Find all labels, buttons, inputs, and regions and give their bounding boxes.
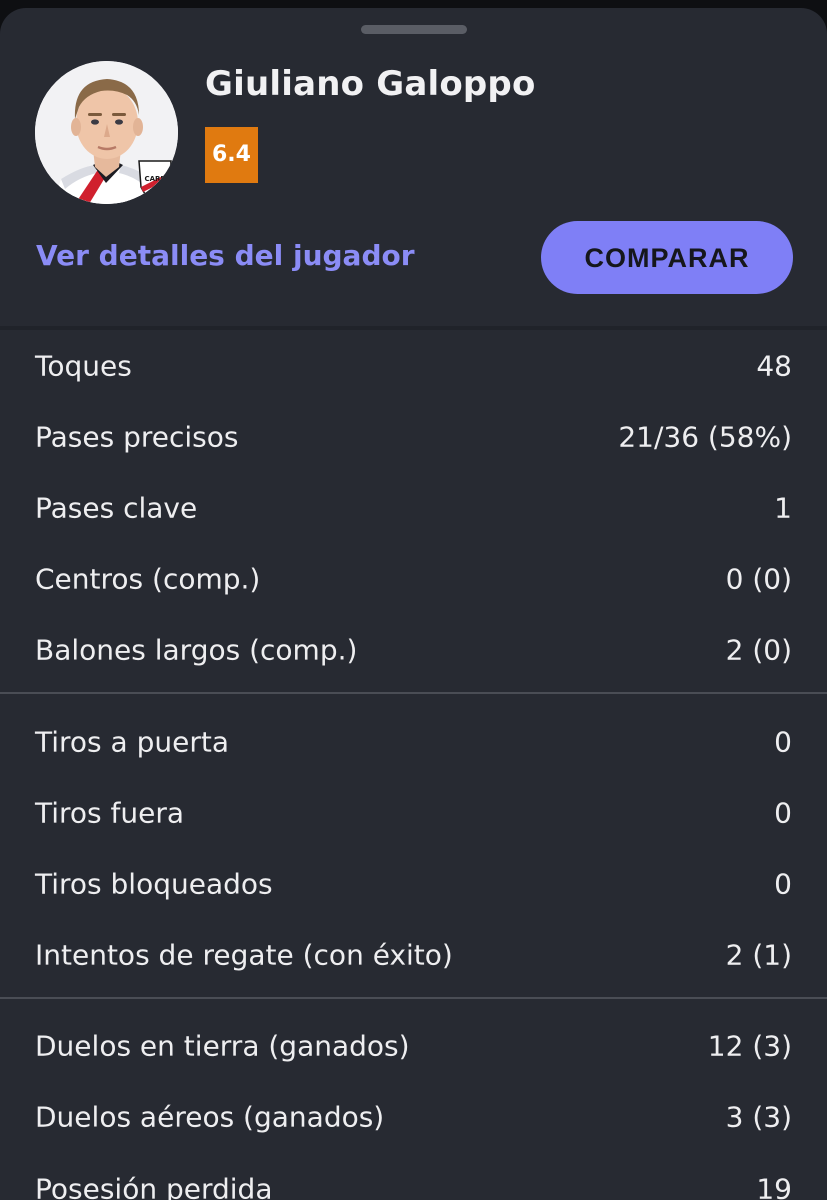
stat-row: Posesión perdida 19: [0, 1153, 827, 1200]
stat-value: 0: [774, 725, 792, 759]
stat-row: Tiros fuera 0: [0, 777, 827, 848]
stats-list: Toques 48 Pases precisos 21/36 (58%) Pases c…: [0, 330, 827, 1200]
stat-value: 2 (1): [725, 938, 792, 972]
club-badge-icon: CARP: [138, 160, 172, 204]
compare-button[interactable]: COMPARAR: [541, 221, 793, 294]
stat-value: 1: [774, 491, 792, 525]
player-avatar: CARP: [35, 61, 178, 204]
stat-value: 0: [774, 867, 792, 901]
player-photo: CARP: [35, 61, 178, 204]
stats-group-divider: [0, 996, 827, 999]
stat-label: Centros (comp.): [35, 562, 261, 596]
stat-label: Balones largos (comp.): [35, 633, 358, 667]
stat-label: Posesión perdida: [35, 1172, 273, 1200]
stat-label: Tiros fuera: [35, 796, 185, 830]
stat-row: Pases clave 1: [0, 472, 827, 543]
stat-row: Duelos aéreos (ganados) 3 (3): [0, 1082, 827, 1153]
drag-handle[interactable]: [361, 25, 467, 34]
stat-value: 21/36 (58%): [618, 420, 792, 454]
stat-value: 19: [756, 1172, 792, 1200]
stat-label: Toques: [35, 349, 132, 383]
stat-label: Pases precisos: [35, 420, 239, 454]
stats-group-divider: [0, 691, 827, 694]
stat-row: Tiros bloqueados 0: [0, 848, 827, 919]
player-name: Giuliano Galoppo: [205, 64, 536, 104]
player-rating-badge: 6.4: [205, 127, 258, 183]
stat-row: Tiros a puerta 0: [0, 706, 827, 777]
stat-value: 0: [774, 796, 792, 830]
player-stats-sheet: CARP Giuliano Galoppo 6.4 Ver detalles d…: [0, 8, 827, 1200]
stat-row: Balones largos (comp.) 2 (0): [0, 615, 827, 686]
stat-row: Duelos en tierra (ganados) 12 (3): [0, 1011, 827, 1082]
stat-label: Pases clave: [35, 491, 198, 525]
stat-row: Centros (comp.) 0 (0): [0, 544, 827, 615]
stat-label: Intentos de regate (con éxito): [35, 938, 453, 972]
stat-row: Toques 48: [0, 330, 827, 401]
club-badge-text: CARP: [144, 175, 165, 183]
player-details-link[interactable]: Ver detalles del jugador: [36, 239, 415, 272]
stat-value: 48: [756, 349, 792, 383]
stat-value: 3 (3): [725, 1100, 792, 1134]
stat-row: Intentos de regate (con éxito) 2 (1): [0, 920, 827, 991]
stat-row: Pases precisos 21/36 (58%): [0, 401, 827, 472]
stat-value: 2 (0): [725, 633, 792, 667]
stat-label: Tiros a puerta: [35, 725, 229, 759]
stat-value: 12 (3): [707, 1029, 792, 1063]
stat-value: 0 (0): [725, 562, 792, 596]
stat-label: Duelos aéreos (ganados): [35, 1100, 385, 1134]
stat-label: Tiros bloqueados: [35, 867, 273, 901]
stat-label: Duelos en tierra (ganados): [35, 1029, 410, 1063]
